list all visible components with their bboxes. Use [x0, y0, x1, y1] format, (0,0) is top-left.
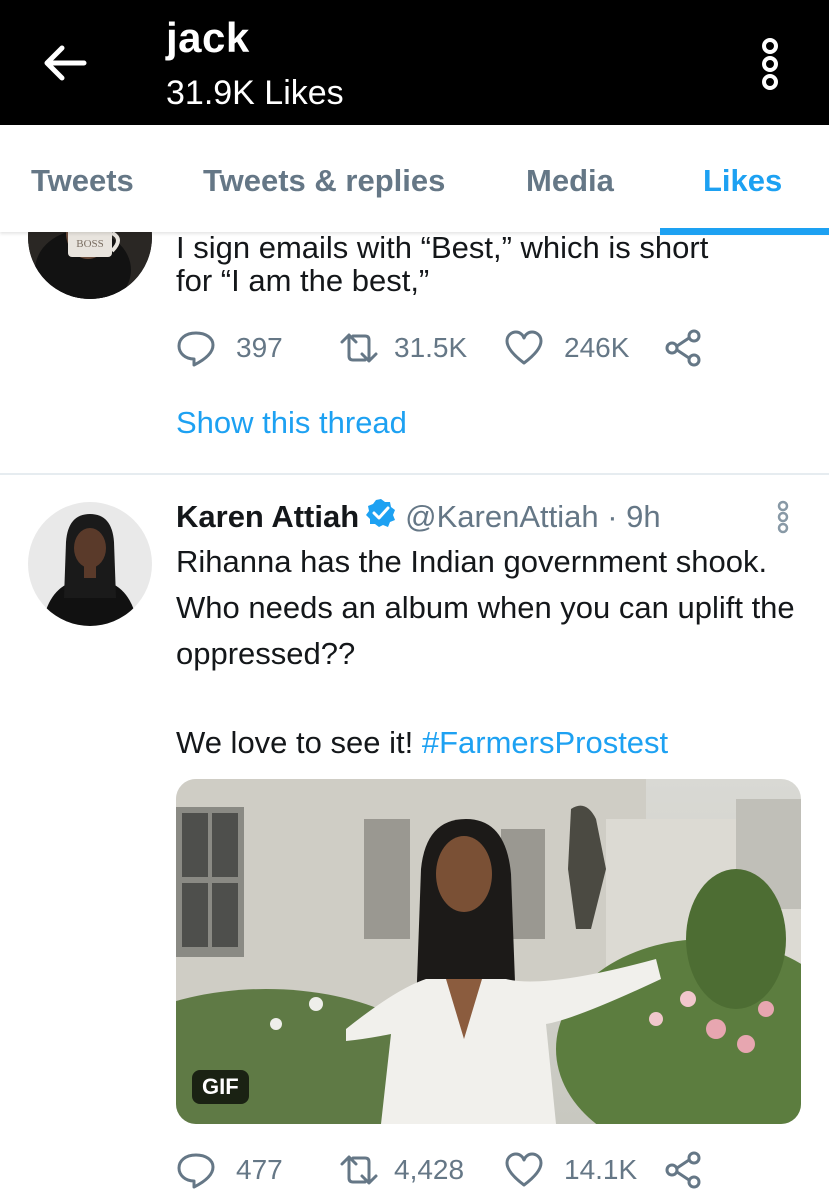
active-tab-indicator [660, 228, 829, 235]
tweet2-like-button[interactable]: 14.1K [504, 1150, 637, 1190]
show-this-thread-link[interactable]: Show this thread [176, 405, 407, 441]
gif-badge: GIF [192, 1070, 249, 1104]
heart-icon [505, 330, 543, 365]
likes-count: 31.9K Likes [166, 74, 344, 112]
tweet1-reply-button[interactable]: 397 [176, 328, 283, 368]
mug-logo: BOSS [76, 238, 104, 250]
tweet2-retweet-button[interactable]: 4,428 [338, 1150, 464, 1190]
tweet2-reply-count: 477 [236, 1154, 283, 1185]
reply-icon [177, 331, 215, 367]
verified-badge-icon [365, 497, 397, 537]
tab-media[interactable]: Media [526, 163, 614, 199]
tweet2-retweet-count: 4,428 [394, 1154, 465, 1185]
profile-name: jack [166, 14, 250, 61]
reply-icon [177, 1153, 215, 1189]
tweet1-retweet-count: 31.5K [394, 332, 468, 363]
tweet2-gif-media[interactable]: GIF [176, 779, 801, 1124]
tweet-divider [0, 473, 829, 475]
tweet1-text: for “I am the best,” [176, 263, 430, 298]
tweet2-reply-button[interactable]: 477 [176, 1150, 283, 1190]
tweet1-retweet-button[interactable]: 31.5K [338, 328, 467, 368]
retweet-icon [340, 333, 378, 363]
share-icon [665, 1151, 701, 1189]
retweet-icon [340, 1155, 378, 1185]
tab-tweets[interactable]: Tweets [31, 163, 134, 199]
tweet1-actions: 397 31.5K 246K [176, 328, 736, 368]
overflow-menu-icon[interactable] [752, 36, 788, 92]
tweet2-text: Rihanna has the Indian government shook.… [176, 544, 795, 671]
tab-likes[interactable]: Likes [703, 163, 782, 199]
profile-header: jack 31.9K Likes [0, 0, 829, 125]
tweet-more-icon[interactable] [772, 500, 794, 534]
tweet2-share-button[interactable] [664, 1150, 704, 1190]
tab-tweets-and-replies[interactable]: Tweets & replies [203, 163, 445, 199]
tweet1-reply-count: 397 [236, 332, 283, 363]
tweet2-actions: 477 4,428 14.1K [176, 1150, 736, 1190]
share-icon [665, 329, 701, 367]
back-arrow-icon[interactable] [36, 38, 92, 88]
tweet1-share-button[interactable] [664, 328, 704, 368]
gif-image [176, 779, 801, 1124]
profile-tabs: Tweets Tweets & replies Media Likes [0, 125, 829, 232]
tweet2-text-line2: We love to see it! #FarmersProstest [176, 720, 668, 766]
hashtag-link[interactable]: #FarmersProstest [422, 725, 668, 760]
tweet2-text2: We love to see it! [176, 725, 422, 760]
tweet2-handle-time: @KarenAttiah · 9h [405, 499, 661, 534]
tweet2-like-count: 14.1K [564, 1154, 638, 1185]
tweet2-author-name[interactable]: Karen Attiah [176, 499, 359, 535]
tweet2-author-line: Karen Attiah @KarenAttiah · 9h [176, 497, 661, 537]
tweet1-like-button[interactable]: 246K [504, 328, 629, 368]
tweet1-like-count: 246K [564, 332, 630, 363]
heart-icon [505, 1152, 543, 1187]
tweet2-avatar[interactable] [28, 502, 152, 626]
